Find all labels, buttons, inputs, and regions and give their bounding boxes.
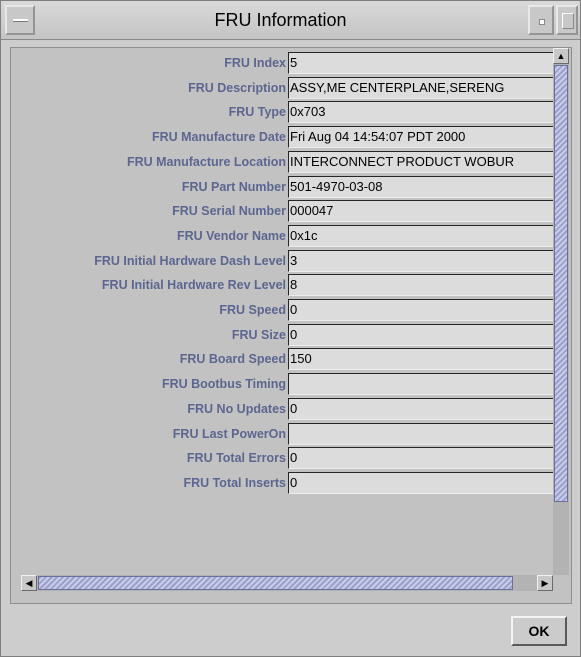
fru-field-label: FRU No Updates bbox=[187, 401, 286, 416]
fru-field-value[interactable] bbox=[288, 373, 553, 396]
fru-field-label: FRU Manufacture Date bbox=[151, 130, 286, 145]
arrow-up-icon[interactable]: ▲ bbox=[553, 48, 569, 64]
maximize-icon[interactable] bbox=[556, 5, 578, 35]
fru-field-value[interactable]: 0x703 bbox=[288, 101, 553, 124]
fru-fields-viewport[interactable]: FRU Index 5 FRU Description ASSY,ME CENTERP… bbox=[20, 48, 553, 575]
fru-field-label: FRU Total Errors bbox=[186, 451, 286, 466]
fru-field-row: FRU Bootbus Timing bbox=[20, 373, 553, 396]
fru-field-label: FRU Bootbus Timing bbox=[161, 377, 286, 392]
fru-field-value[interactable]: 0 bbox=[288, 397, 553, 420]
fru-field-row: FRU Speed 0 bbox=[20, 299, 553, 321]
fru-field-value[interactable]: 0 bbox=[288, 447, 553, 470]
fru-field-label: FRU Part Number bbox=[181, 179, 286, 194]
fru-field-row: FRU Serial Number 000047 bbox=[20, 200, 553, 223]
ok-button[interactable]: OK bbox=[511, 616, 567, 646]
fru-field-value[interactable]: 0 bbox=[288, 323, 553, 346]
fru-field-row: FRU No Updates 0 bbox=[20, 397, 553, 420]
fru-field-value[interactable]: 0 bbox=[288, 299, 553, 321]
fru-field-value[interactable]: 150 bbox=[288, 348, 553, 371]
title-bar[interactable]: FRU Information bbox=[1, 1, 580, 40]
horizontal-scroll-thumb[interactable] bbox=[38, 576, 513, 590]
fru-field-value[interactable]: 8 bbox=[288, 274, 553, 297]
fru-field-row: FRU Size 0 bbox=[20, 323, 553, 346]
fru-field-row: FRU Index 5 bbox=[20, 52, 553, 74]
fru-field-label: FRU Type bbox=[228, 105, 286, 120]
arrow-right-icon[interactable]: ▶ bbox=[537, 575, 553, 591]
fru-field-label: FRU Speed bbox=[219, 303, 286, 317]
horizontal-scrollbar[interactable]: ◀ ▶ bbox=[21, 575, 553, 591]
fru-field-row: FRU Last PowerOn bbox=[20, 422, 553, 445]
fru-field-value[interactable] bbox=[288, 422, 553, 445]
fru-field-value[interactable]: ASSY,ME CENTERPLANE,SERENG bbox=[288, 76, 553, 99]
fru-field-row: FRU Total Inserts 0 bbox=[20, 471, 553, 494]
fru-field-value[interactable]: 0x1c bbox=[288, 224, 553, 247]
fru-field-value[interactable]: 501-4970-03-08 bbox=[288, 175, 553, 198]
fru-field-row: FRU Total Errors 0 bbox=[20, 447, 553, 470]
arrow-left-icon[interactable]: ◀ bbox=[21, 575, 37, 591]
fru-field-row: FRU Description ASSY,ME CENTERPLANE,SEREN… bbox=[20, 76, 553, 99]
fru-field-row: FRU Board Speed 150 bbox=[20, 348, 553, 371]
fru-field-row: FRU Initial Hardware Dash Level 3 bbox=[20, 249, 553, 272]
window-title: FRU Information bbox=[214, 10, 347, 30]
fru-field-label: FRU Total Inserts bbox=[183, 475, 286, 490]
fru-field-value[interactable]: 000047 bbox=[288, 200, 553, 223]
fru-field-row: FRU Vendor Name 0x1c bbox=[20, 224, 553, 247]
fru-field-label: FRU Index bbox=[224, 56, 286, 70]
fru-field-label: FRU Manufacture Location bbox=[126, 154, 286, 169]
vertical-scroll-thumb[interactable] bbox=[554, 65, 568, 502]
fru-field-label: FRU Initial Hardware Rev Level bbox=[101, 278, 286, 293]
fru-field-value[interactable]: 0 bbox=[288, 471, 553, 494]
minimize-icon[interactable] bbox=[528, 5, 554, 35]
fru-field-label: FRU Board Speed bbox=[179, 352, 286, 367]
fru-field-label: FRU Serial Number bbox=[172, 204, 286, 219]
fru-field-value[interactable]: INTERCONNECT PRODUCT WOBUR bbox=[288, 150, 553, 173]
fru-field-row: FRU Type 0x703 bbox=[20, 101, 553, 124]
fru-field-value[interactable]: 5 bbox=[288, 52, 553, 74]
fru-field-row: FRU Initial Hardware Rev Level 8 bbox=[20, 274, 553, 297]
fru-field-value[interactable]: Fri Aug 04 14:54:07 PDT 2000 bbox=[288, 126, 553, 149]
vertical-scrollbar[interactable]: ▲ ▼ bbox=[553, 48, 569, 591]
fru-field-label: FRU Vendor Name bbox=[176, 228, 286, 243]
fru-field-value[interactable]: 3 bbox=[288, 249, 553, 272]
fru-field-row: FRU Manufacture Location INTERCONNECT PRO… bbox=[20, 150, 553, 173]
fru-field-row: FRU Part Number 501-4970-03-08 bbox=[20, 175, 553, 198]
window-menu-icon[interactable] bbox=[5, 5, 35, 35]
scrollbar-corner bbox=[553, 575, 569, 591]
fru-field-label: FRU Last PowerOn bbox=[172, 426, 286, 441]
fru-field-label: FRU Size bbox=[231, 327, 286, 342]
fru-field-label: FRU Initial Hardware Dash Level bbox=[94, 253, 286, 268]
fru-field-label: FRU Description bbox=[188, 80, 286, 95]
fru-field-row: FRU Manufacture Date Fri Aug 04 14:54:07 … bbox=[20, 126, 553, 149]
